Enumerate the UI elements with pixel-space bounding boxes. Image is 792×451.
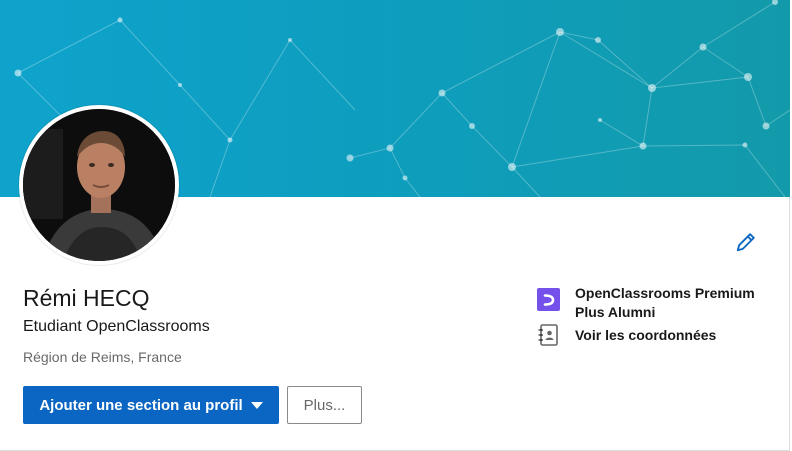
caret-down-icon — [250, 401, 263, 409]
profile-location: Région de Reims, France — [23, 349, 182, 365]
profile-avatar[interactable] — [19, 105, 179, 265]
education-label: OpenClassrooms Premium Plus Alumni — [575, 285, 755, 320]
more-button[interactable]: Plus... — [287, 386, 362, 424]
profile-photo — [23, 109, 175, 261]
profile-headline: Etudiant OpenClassrooms — [23, 318, 210, 335]
pencil-icon — [736, 233, 755, 252]
address-book-icon — [538, 324, 558, 346]
add-profile-section-label: Ajouter une section au profil — [39, 396, 243, 414]
more-button-label: Plus... — [303, 396, 346, 414]
contact-info-item[interactable]: Voir les coordonnées — [537, 323, 765, 347]
add-profile-section-button[interactable]: Ajouter une section au profil — [23, 386, 279, 424]
profile-name: Rémi HECQ — [23, 285, 150, 311]
education-item[interactable]: OpenClassrooms Premium Plus Alumni — [537, 284, 765, 322]
openclassrooms-logo — [537, 288, 560, 311]
profile-card: Rémi HECQ Etudiant OpenClassrooms Région… — [0, 0, 790, 451]
person-silhouette — [23, 109, 175, 261]
contact-info-label[interactable]: Voir les coordonnées — [575, 326, 765, 345]
edit-profile-button[interactable] — [732, 228, 760, 256]
openclassrooms-logo-glyph — [543, 293, 554, 306]
